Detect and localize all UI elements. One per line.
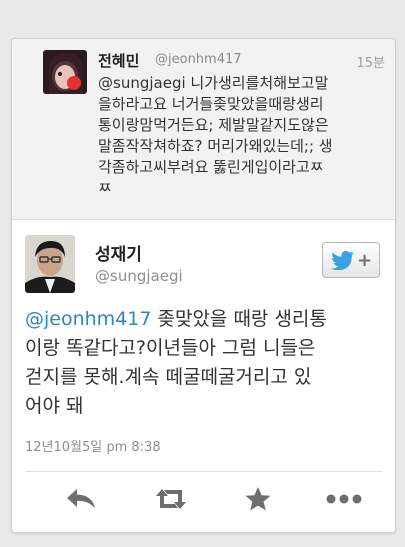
reply-tweet-text: @sungjaegi 니가생리를처해보고말 을하라고요 너거들좆맞았을때랑생리 … — [98, 74, 333, 197]
follow-button[interactable]: + — [322, 242, 380, 278]
more-button[interactable] — [322, 483, 366, 515]
reply-author-avatar[interactable] — [43, 50, 87, 94]
tweet-mention-link[interactable]: @jeonhm417 — [25, 308, 151, 330]
reply-button[interactable] — [59, 483, 103, 515]
reply-icon — [67, 489, 95, 508]
reply-timestamp: 15분 — [356, 56, 385, 71]
tweet-timestamp: 12년10월5일 pm 8:38 — [25, 440, 161, 455]
author-avatar[interactable] — [25, 235, 75, 293]
favorite-button[interactable] — [236, 483, 280, 515]
reply-author-name[interactable]: 전혜민 — [98, 50, 139, 71]
tweet-card: 전혜민 @jeonhm417 15분 @sungjaegi 니가생리를처해보고말… — [11, 38, 396, 533]
more-icon — [326, 494, 362, 504]
divider — [25, 471, 382, 472]
twitter-bird-icon — [330, 251, 354, 270]
author-name[interactable]: 성재기 — [95, 240, 142, 265]
retweet-icon — [156, 489, 186, 509]
follow-plus: + — [356, 249, 373, 271]
action-bar — [12, 479, 395, 519]
author-handle: @sungjaegi — [95, 267, 183, 285]
tweet-text: @jeonhm417 좆맞았을 때랑 생리통 이랑 똑같다고?이년들아 그럼 니… — [25, 305, 387, 421]
in-reply-to-tweet[interactable]: 전혜민 @jeonhm417 15분 @sungjaegi 니가생리를처해보고말… — [12, 39, 395, 220]
retweet-button[interactable] — [149, 483, 193, 515]
reply-author-handle: @jeonhm417 — [155, 52, 242, 67]
star-icon — [245, 487, 271, 511]
